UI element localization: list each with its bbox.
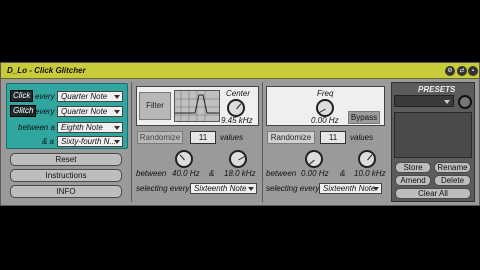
and-dropdown[interactable]: Sixty-fourth N...	[57, 136, 123, 147]
filter-high-value: 18.0 kHz	[224, 169, 256, 178]
reset-button[interactable]: Reset	[10, 153, 122, 166]
filter-curve	[175, 91, 219, 121]
device-title: D_Lo - Click Glitcher	[7, 66, 86, 75]
freq-high-knob[interactable]	[358, 150, 376, 168]
title-bar: D_Lo - Click Glitcher ⚙ ⇄ ▪	[1, 63, 479, 79]
store-button[interactable]: Store	[395, 162, 431, 173]
between-label: between a	[18, 123, 55, 132]
freq-high-value: 10.0 kHz	[354, 169, 386, 178]
instructions-button[interactable]: Instructions	[10, 169, 122, 182]
filter-low-knob[interactable]	[175, 150, 193, 168]
filter-curve-graph[interactable]	[174, 90, 220, 122]
chevron-down-icon	[248, 187, 254, 191]
glitch-button[interactable]: Glitch	[10, 105, 37, 117]
filter-amp: &	[209, 169, 215, 178]
chevron-down-icon	[114, 140, 120, 144]
center-value: 9.45 kHz	[221, 116, 253, 125]
divider	[262, 82, 263, 202]
preset-dropdown[interactable]	[394, 95, 454, 107]
freq-values-count[interactable]: 11	[320, 131, 346, 144]
filter-values-count[interactable]: 11	[190, 131, 216, 144]
filter-selecting-dropdown[interactable]: Sixteenth Note	[190, 183, 257, 194]
freq-low-value: 0.00 Hz	[301, 169, 329, 178]
preset-morph-knob[interactable]	[458, 95, 472, 109]
filter-randomize-button[interactable]: Randomize	[137, 131, 183, 144]
filter-values-label: values	[220, 133, 244, 142]
freq-low-knob[interactable]	[305, 150, 323, 168]
presets-title: PRESETS	[418, 85, 456, 94]
chevron-down-icon	[114, 110, 120, 114]
freq-label: Freq	[317, 89, 334, 98]
glitch-every-dropdown[interactable]: Quarter Note	[57, 106, 123, 117]
freq-amp: &	[340, 169, 346, 178]
chevron-down-icon	[373, 187, 379, 191]
click-button[interactable]: Click	[10, 90, 34, 102]
amend-button[interactable]: Amend	[395, 175, 431, 186]
freq-randomize-button[interactable]: Randomize	[267, 131, 315, 144]
clear-all-button[interactable]: Clear All	[395, 188, 471, 199]
freq-values-label: values	[350, 133, 374, 142]
and-label: & a	[42, 137, 55, 146]
hotswap-icon[interactable]: ⇄	[457, 66, 467, 76]
filter-selecting-label: selecting every:	[136, 184, 192, 193]
save-icon[interactable]: ▪	[468, 66, 478, 76]
divider	[131, 82, 132, 202]
chevron-down-icon	[114, 95, 120, 99]
center-label: Center	[226, 89, 251, 98]
freq-selecting-label: selecting every:	[266, 184, 322, 193]
info-button[interactable]: INFO	[10, 185, 122, 198]
rename-button[interactable]: Rename	[434, 162, 471, 173]
chevron-down-icon	[444, 100, 450, 104]
bypass-button[interactable]: Bypass	[348, 111, 380, 124]
between-dropdown[interactable]: Eighth Note	[57, 122, 123, 133]
filter-button[interactable]: Filter	[139, 92, 171, 120]
filter-high-knob[interactable]	[229, 150, 247, 168]
gear-icon[interactable]: ⚙	[445, 66, 455, 76]
preset-list[interactable]	[394, 112, 472, 158]
freq-between-label: between	[266, 169, 297, 178]
filter-between-label: between	[136, 169, 167, 178]
freq-selecting-dropdown[interactable]: Sixteenth Note	[319, 183, 382, 194]
chevron-down-icon	[114, 126, 120, 130]
click-every-dropdown[interactable]: Quarter Note	[57, 91, 123, 102]
glitch-every-label: every	[35, 107, 55, 116]
delete-button[interactable]: Delete	[434, 175, 471, 186]
click-every-label: every	[35, 92, 55, 101]
filter-low-value: 40.0 Hz	[172, 169, 200, 178]
freq-value: 0.00 Hz	[311, 116, 339, 125]
